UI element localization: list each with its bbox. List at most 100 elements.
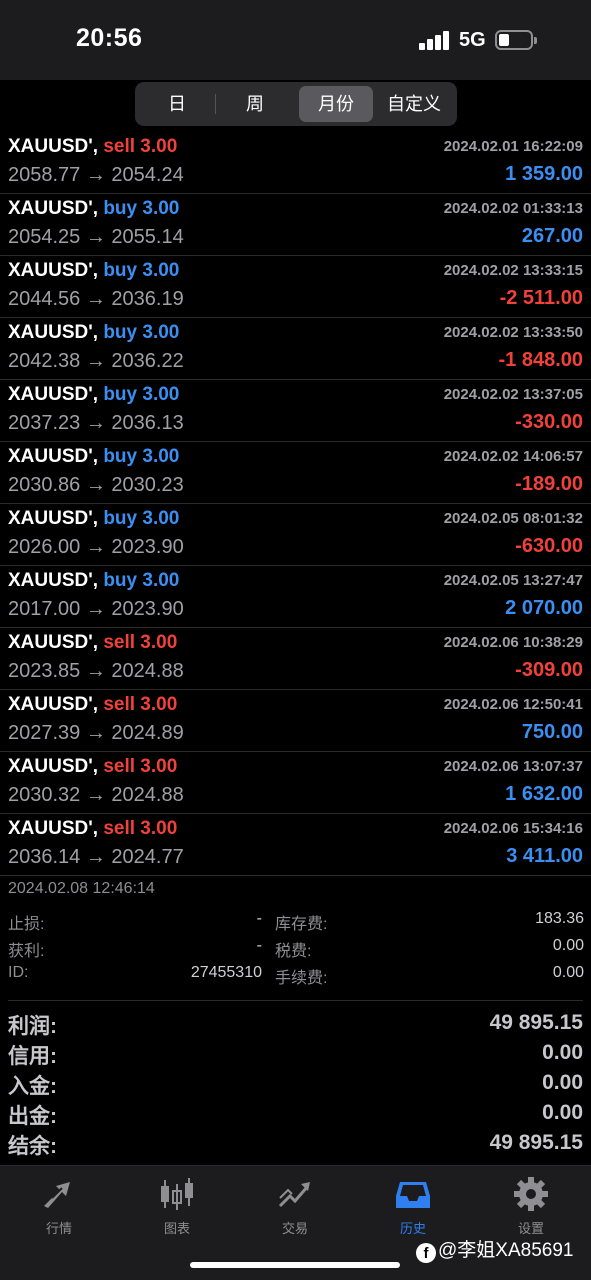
arrow-right-icon: → xyxy=(85,846,106,868)
trade-row[interactable]: XAUUSD', buy 3.00 2024.02.02 13:37:05 2037… xyxy=(0,380,591,442)
trade-row[interactable]: XAUUSD', buy 3.00 2024.02.02 01:33:13 2054… xyxy=(0,194,591,256)
stop-loss-value: - xyxy=(256,910,262,927)
summary-label: 入金: xyxy=(8,1075,57,1098)
trade-row[interactable]: XAUUSD', buy 3.00 2024.02.02 13:33:50 2042… xyxy=(0,318,591,380)
trade-volume: 3.00 xyxy=(142,322,180,343)
trade-datetime: 2024.02.01 16:22:09 xyxy=(443,138,583,155)
trade-profit: 267.00 xyxy=(521,225,583,247)
trade-row[interactable]: XAUUSD', sell 3.00 2024.02.01 16:22:09 205… xyxy=(0,132,591,194)
swap-value: 183.36 xyxy=(535,910,584,927)
trade-prices: 2036.14 → 2024.77 xyxy=(8,846,184,869)
trade-history-list: XAUUSD', sell 3.00 2024.02.01 16:22:09 205… xyxy=(0,132,591,876)
arrow-right-icon: → xyxy=(85,226,106,248)
open-price: 2058.77 xyxy=(8,164,81,186)
tab-settings[interactable]: 设置 xyxy=(472,1176,590,1237)
summary-row-withdrawal: 出金: 0.00 xyxy=(0,1098,591,1128)
trade-profit: -2 511.00 xyxy=(499,287,583,309)
tab-label: 行情 xyxy=(45,1221,72,1236)
trade-prices: 2026.00 → 2023.90 xyxy=(8,536,184,559)
fee-label: 手续费: xyxy=(275,970,328,987)
swap-label: 库存费: xyxy=(275,916,328,933)
arrow-right-icon: → xyxy=(85,722,106,744)
battery-icon xyxy=(495,30,537,50)
summary-value: 49 895.15 xyxy=(489,1011,583,1034)
close-price: 2030.23 xyxy=(111,474,184,496)
trade-symbol: XAUUSD', xyxy=(8,570,99,591)
trade-datetime: 2024.02.02 01:33:13 xyxy=(443,200,583,217)
trade-profit: -309.00 xyxy=(515,659,583,681)
open-price: 2026.00 xyxy=(8,536,81,558)
summary-row-balance: 结余: 49 895.15 xyxy=(0,1128,591,1158)
summary-divider xyxy=(8,1000,583,1001)
trade-row[interactable]: XAUUSD', buy 3.00 2024.02.02 14:06:57 2030… xyxy=(0,442,591,504)
trade-row[interactable]: XAUUSD', sell 3.00 2024.02.06 15:34:16 203… xyxy=(0,814,591,876)
trade-volume: 3.00 xyxy=(140,818,178,839)
arrow-right-icon: → xyxy=(85,474,106,496)
trade-datetime: 2024.02.06 15:34:16 xyxy=(443,820,583,837)
open-price: 2054.25 xyxy=(8,226,81,248)
open-price: 2030.32 xyxy=(8,784,81,806)
trade-volume: 3.00 xyxy=(140,756,178,777)
summary-label: 利润: xyxy=(8,1015,57,1038)
tab-week[interactable]: 周 xyxy=(217,86,293,122)
tab-trade[interactable]: 交易 xyxy=(236,1176,354,1237)
close-price: 2024.88 xyxy=(111,784,184,806)
tab-custom[interactable]: 自定义 xyxy=(375,86,453,122)
trade-row[interactable]: XAUUSD', buy 3.00 2024.02.02 13:33:15 2044… xyxy=(0,256,591,318)
tab-day[interactable]: 日 xyxy=(139,86,215,122)
trade-symbol: XAUUSD', xyxy=(8,632,99,653)
trade-row[interactable]: XAUUSD', buy 3.00 2024.02.05 13:27:47 2017… xyxy=(0,566,591,628)
trade-side: buy xyxy=(103,260,138,281)
period-segmented-control: 日 周 月份 自定义 xyxy=(135,82,457,126)
trade-volume: 3.00 xyxy=(140,694,178,715)
take-profit-label: 获利: xyxy=(8,943,45,960)
open-price: 2030.86 xyxy=(8,474,81,496)
arrow-right-icon: → xyxy=(85,412,106,434)
trade-volume: 3.00 xyxy=(142,384,180,405)
tab-quotes[interactable]: 行情 xyxy=(0,1176,118,1237)
trade-profit: -189.00 xyxy=(515,473,583,495)
trade-profit: -1 848.00 xyxy=(498,349,583,371)
trade-profit: 2 070.00 xyxy=(505,597,583,619)
candlestick-chart-icon xyxy=(161,1178,193,1210)
trade-symbol: XAUUSD', xyxy=(8,384,99,405)
trade-side: buy xyxy=(103,322,138,343)
trade-datetime: 2024.02.02 13:37:05 xyxy=(443,386,583,403)
watermark-text: @李姐XA85691 xyxy=(438,1240,574,1261)
trade-symbol-line: XAUUSD', buy 3.00 xyxy=(8,570,179,592)
trade-row[interactable]: XAUUSD', sell 3.00 2024.02.06 12:50:41 202… xyxy=(0,690,591,752)
trade-datetime: 2024.02.06 12:50:41 xyxy=(443,696,583,713)
trade-datetime: 2024.02.02 13:33:15 xyxy=(443,262,583,279)
segment-divider xyxy=(215,94,216,114)
trade-profit: 1 632.00 xyxy=(505,783,583,805)
tab-charts[interactable]: 图表 xyxy=(118,1176,236,1237)
cellular-signal-icon xyxy=(419,30,451,50)
close-price: 2024.89 xyxy=(111,722,184,744)
tab-month[interactable]: 月份 xyxy=(299,86,373,122)
open-price: 2044.56 xyxy=(8,288,81,310)
trade-volume: 3.00 xyxy=(140,632,178,653)
trade-symbol-line: XAUUSD', buy 3.00 xyxy=(8,322,179,344)
tab-label: 图表 xyxy=(163,1221,190,1236)
arrow-right-icon: → xyxy=(85,164,106,186)
home-indicator[interactable] xyxy=(190,1262,400,1268)
open-price: 2023.85 xyxy=(8,660,81,682)
trade-row[interactable]: XAUUSD', buy 3.00 2024.02.05 08:01:32 2026… xyxy=(0,504,591,566)
trade-prices: 2017.00 → 2023.90 xyxy=(8,598,184,621)
trade-row[interactable]: XAUUSD', sell 3.00 2024.02.06 13:07:37 203… xyxy=(0,752,591,814)
tab-history[interactable]: 历史 xyxy=(354,1176,472,1237)
trade-volume: 3.00 xyxy=(142,508,180,529)
id-label: ID: xyxy=(8,964,29,981)
trade-side: buy xyxy=(103,508,138,529)
trade-prices: 2054.25 → 2055.14 xyxy=(8,226,184,249)
close-price: 2023.90 xyxy=(111,598,184,620)
trade-side: sell xyxy=(103,136,136,157)
trade-profit: -330.00 xyxy=(515,411,583,433)
trade-side: buy xyxy=(103,570,138,591)
tax-value: 0.00 xyxy=(552,937,584,954)
stop-loss-label: 止损: xyxy=(8,916,45,933)
fee-value: 0.00 xyxy=(552,964,584,981)
trade-symbol-line: XAUUSD', sell 3.00 xyxy=(8,756,177,778)
trade-row[interactable]: XAUUSD', sell 3.00 2024.02.06 10:38:29 202… xyxy=(0,628,591,690)
trade-datetime: 2024.02.05 08:01:32 xyxy=(443,510,583,527)
